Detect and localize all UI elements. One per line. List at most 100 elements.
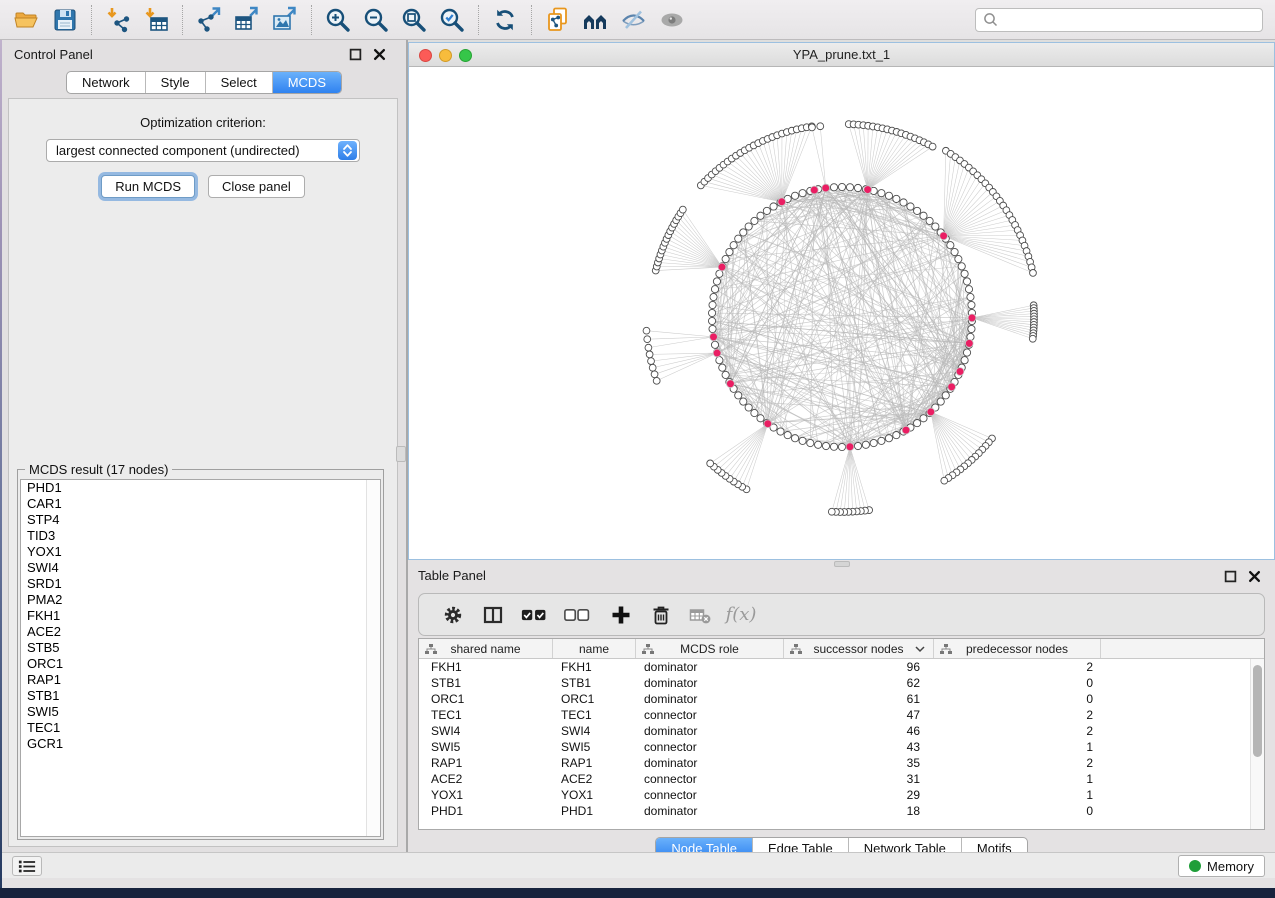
table-row[interactable]: SWI5SWI5connector431 [419, 739, 1250, 755]
network-node[interactable] [955, 255, 962, 262]
network-node[interactable] [900, 199, 907, 206]
task-history-button[interactable] [12, 856, 42, 876]
panel-divider-grip[interactable] [396, 446, 406, 462]
run-mcds-button[interactable]: Run MCDS [101, 175, 195, 198]
network-node[interactable] [926, 217, 933, 224]
network-node[interactable] [735, 235, 742, 242]
tab-network[interactable]: Network [67, 72, 145, 93]
network-node[interactable] [817, 123, 824, 130]
select-all-button[interactable] [515, 600, 557, 630]
network-node[interactable] [870, 439, 877, 446]
network-node[interactable] [920, 212, 927, 219]
refresh-button[interactable] [486, 4, 524, 36]
network-node[interactable] [967, 293, 974, 300]
memory-button[interactable]: Memory [1178, 855, 1265, 877]
network-node[interactable] [830, 184, 837, 191]
list-item[interactable]: RAP1 [21, 672, 380, 688]
list-item[interactable]: SRD1 [21, 576, 380, 592]
network-node[interactable] [791, 435, 798, 442]
network-node[interactable] [643, 327, 650, 334]
network-node[interactable] [711, 286, 718, 293]
network-node[interactable] [942, 392, 949, 399]
network-node[interactable] [784, 432, 791, 439]
network-node[interactable] [735, 392, 742, 399]
network-node[interactable] [648, 358, 655, 365]
network-node[interactable] [653, 377, 660, 384]
float-window-icon[interactable] [1224, 570, 1237, 583]
network-node-dominator[interactable] [956, 368, 964, 376]
import-table-button[interactable] [137, 4, 175, 36]
close-panel-button[interactable]: Close panel [208, 175, 305, 198]
search-input[interactable] [1000, 10, 1262, 30]
network-node[interactable] [711, 341, 718, 348]
network-node[interactable] [920, 415, 927, 422]
network-node[interactable] [965, 286, 972, 293]
network-node[interactable] [854, 184, 861, 191]
network-canvas[interactable] [409, 67, 1274, 557]
network-node[interactable] [862, 441, 869, 448]
network-node[interactable] [932, 223, 939, 230]
network-node[interactable] [885, 435, 892, 442]
network-node[interactable] [1030, 270, 1037, 277]
network-node-dominator[interactable] [968, 314, 976, 322]
network-node[interactable] [757, 212, 764, 219]
network-node[interactable] [914, 207, 921, 214]
table-row[interactable]: ACE2ACE2connector311 [419, 771, 1250, 787]
network-node[interactable] [719, 364, 726, 371]
network-node[interactable] [709, 301, 716, 308]
close-icon[interactable] [1248, 570, 1261, 583]
network-node-dominator[interactable] [846, 443, 854, 451]
list-item[interactable]: PHD1 [21, 480, 380, 496]
hide-selected-button[interactable] [615, 4, 653, 36]
network-node[interactable] [807, 439, 814, 446]
network-node[interactable] [649, 364, 656, 371]
optimization-select[interactable]: largest connected component (undirected) [46, 139, 360, 162]
network-node[interactable] [947, 242, 954, 249]
list-item[interactable]: PMA2 [21, 592, 380, 608]
network-node[interactable] [716, 357, 723, 364]
network-node[interactable] [963, 349, 970, 356]
list-item[interactable]: STB5 [21, 640, 380, 656]
table-row[interactable]: SWI4SWI4dominator462 [419, 723, 1250, 739]
network-node[interactable] [893, 432, 900, 439]
network-node[interactable] [878, 190, 885, 197]
list-item[interactable]: CAR1 [21, 496, 380, 512]
network-node[interactable] [740, 229, 747, 236]
list-item[interactable]: ORC1 [21, 656, 380, 672]
network-node[interactable] [751, 217, 758, 224]
table-scrollbar[interactable] [1250, 659, 1264, 829]
deselect-all-button[interactable] [557, 600, 601, 630]
network-node[interactable] [838, 183, 845, 190]
network-node-dominator[interactable] [810, 186, 818, 194]
delete-column-button[interactable] [641, 600, 681, 630]
network-node[interactable] [828, 508, 835, 515]
network-node[interactable] [763, 207, 770, 214]
table-row[interactable]: STB1STB1dominator620 [419, 675, 1250, 691]
network-node[interactable] [815, 441, 822, 448]
network-node[interactable] [968, 301, 975, 308]
network-node[interactable] [799, 190, 806, 197]
network-node[interactable] [722, 371, 729, 378]
table-row[interactable]: PHD1PHD1dominator180 [419, 803, 1250, 819]
network-node[interactable] [963, 278, 970, 285]
list-item[interactable]: SWI4 [21, 560, 380, 576]
network-node[interactable] [799, 437, 806, 444]
network-node[interactable] [745, 404, 752, 411]
network-node[interactable] [941, 477, 948, 484]
network-node[interactable] [958, 263, 965, 270]
list-item[interactable]: YOX1 [21, 544, 380, 560]
network-node[interactable] [951, 248, 958, 255]
network-node[interactable] [709, 325, 716, 332]
column-header-mcds-role[interactable]: MCDS role [636, 639, 784, 658]
network-node[interactable] [730, 242, 737, 249]
network-node-dominator[interactable] [713, 349, 721, 357]
zoom-in-button[interactable] [319, 4, 357, 36]
tab-mcds[interactable]: MCDS [272, 72, 341, 93]
network-node[interactable] [646, 351, 653, 358]
network-node[interactable] [893, 195, 900, 202]
table-panel-divider-grip[interactable] [834, 561, 850, 567]
network-window-titlebar[interactable]: YPA_prune.txt_1 [409, 43, 1274, 67]
network-node[interactable] [838, 443, 845, 450]
network-node[interactable] [791, 192, 798, 199]
network-node[interactable] [751, 409, 758, 416]
